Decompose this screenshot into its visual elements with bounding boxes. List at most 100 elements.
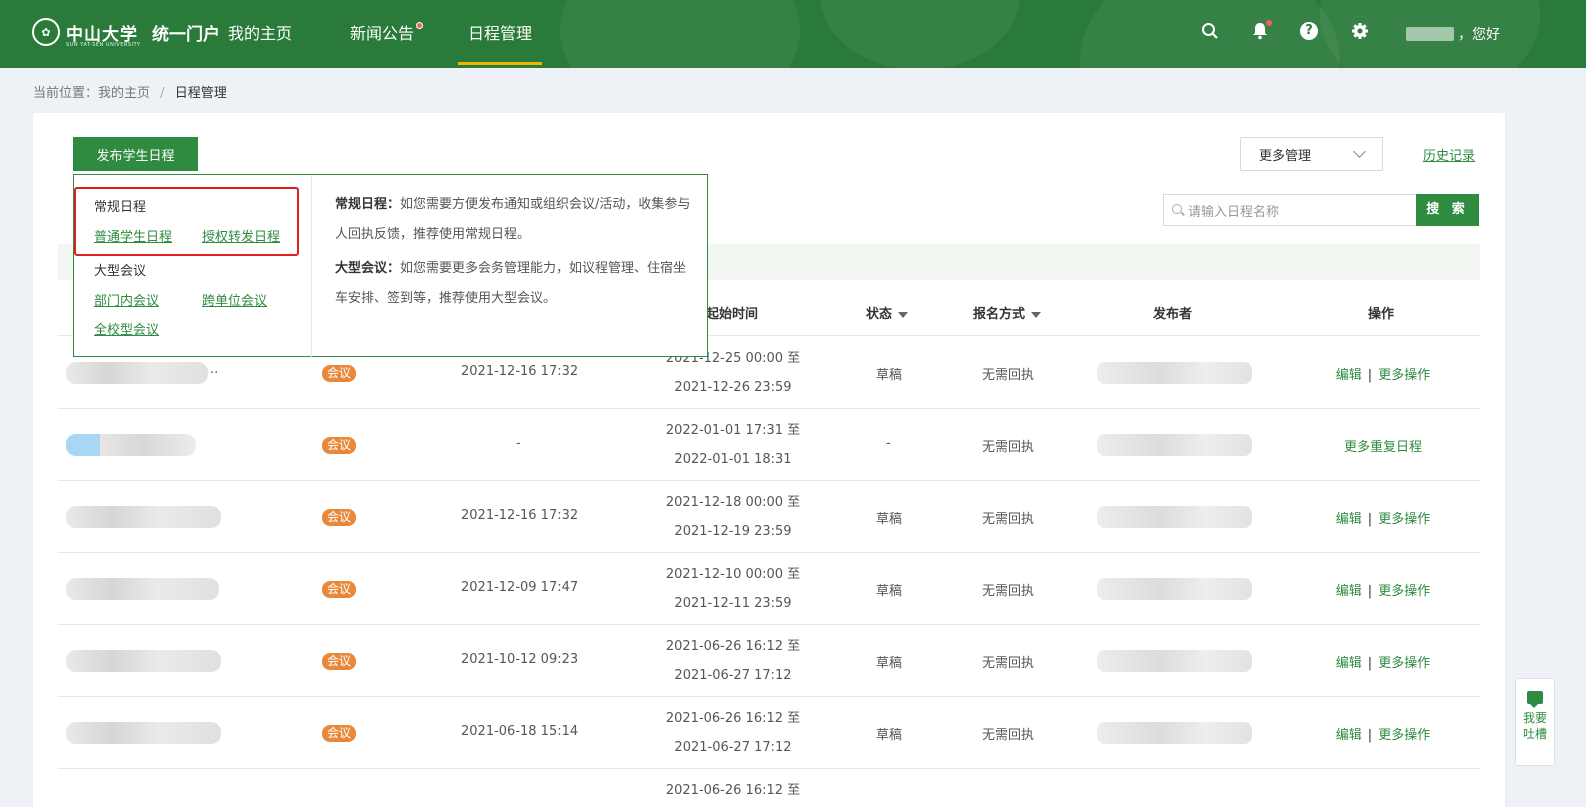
edit-link[interactable]: 编辑 (1336, 728, 1362, 743)
row-actions: 编辑 | 更多操作 (1328, 652, 1438, 671)
link-dept-meeting[interactable]: 部门内会议 (94, 290, 159, 309)
signup-value: 无需回执 (982, 368, 1035, 383)
header-status[interactable]: 状态 (866, 303, 909, 322)
start-time: 2021-12-18 00:00 至 (665, 495, 801, 510)
signup-value: 无需回执 (982, 728, 1035, 743)
link-authorized-forward[interactable]: 授权转发日程 (202, 226, 280, 245)
link-campus-meeting[interactable]: 全校型会议 (94, 319, 159, 338)
greeting-text: ，您好 (1458, 27, 1500, 43)
feedback-line1: 我要 (1522, 711, 1547, 725)
signup-value: 无需回执 (982, 656, 1035, 671)
created-time: 2021-10-12 09:23 (461, 652, 579, 667)
header-status-label: 状态 (866, 307, 893, 322)
time-range: 2021-06-26 16:12 至 2021-06-27 17:12 (643, 632, 823, 690)
regular-desc-title: 常规日程： (335, 197, 401, 212)
publisher-redacted (1097, 650, 1252, 672)
signup-value: 无需回执 (982, 584, 1035, 599)
breadcrumb: 当前位置：我的主页 / 日程管理 (33, 82, 227, 101)
history-link[interactable]: 历史记录 (1423, 145, 1475, 164)
more-actions-link[interactable]: 更多操作 (1378, 368, 1430, 383)
meeting-tag: 会议 (322, 725, 357, 742)
feedback-button[interactable]: 我要 吐槽 (1515, 678, 1555, 766)
header-actions: ? (1200, 20, 1370, 42)
edit-link[interactable]: 编辑 (1336, 368, 1362, 383)
table-row: 2021-06-26 16:12 至 (58, 769, 1480, 807)
schedule-name-redacted[interactable] (66, 650, 221, 672)
status-value: - (886, 436, 891, 451)
chevron-down-icon (1353, 145, 1366, 158)
more-actions-link[interactable]: 更多操作 (1378, 656, 1430, 671)
link-student-schedule[interactable]: 普通学生日程 (94, 226, 172, 245)
caret-down-icon (898, 311, 909, 318)
row-actions: 编辑 | 更多操作 (1328, 724, 1438, 743)
nav-news-label: 新闻公告 (350, 24, 415, 43)
schedule-name-redacted[interactable] (66, 722, 221, 744)
search-placeholder: 请输入日程名称 (1188, 204, 1280, 220)
more-recurring-link[interactable]: 更多重复日程 (1344, 440, 1422, 455)
more-manage-label: 更多管理 (1259, 148, 1312, 164)
action-separator: | (1367, 728, 1373, 743)
group-regular-title: 常规日程 (94, 200, 147, 215)
table-row: 会议 2021-12-16 17:32 2021-12-18 00:00 至 20… (58, 481, 1480, 553)
signup-value: 无需回执 (982, 440, 1035, 455)
end-time: 2021-12-19 23:59 (674, 524, 792, 539)
breadcrumb-prefix[interactable]: 当前位置：我的主页 (33, 86, 150, 101)
status-value: 草稿 (876, 584, 903, 599)
header-actions: 操作 (1368, 307, 1395, 322)
schedule-name-redacted[interactable] (66, 578, 219, 600)
caret-down-icon (1031, 311, 1042, 318)
top-navbar: ✿ 中山大学 SUN YAT-SEN UNIVERSITY 统一门户 我的主页 … (0, 0, 1586, 68)
nav-home[interactable]: 我的主页 (228, 0, 292, 68)
edit-link[interactable]: 编辑 (1336, 512, 1362, 527)
status-value: 草稿 (876, 656, 903, 671)
link-cross-unit-meeting[interactable]: 跨单位会议 (202, 290, 267, 309)
unread-dot (416, 22, 424, 29)
header-signup[interactable]: 报名方式 (973, 303, 1042, 322)
edit-link[interactable]: 编辑 (1336, 656, 1362, 671)
regular-description: 常规日程：如您需要方便发布通知或组织会议/活动，收集参与人回执反馈，推荐使用常规… (335, 190, 695, 250)
logo-school-name: 中山大学 (66, 24, 138, 45)
publish-schedule-button[interactable]: 发布学生日程 (73, 137, 198, 171)
more-actions-link[interactable]: 更多操作 (1378, 584, 1430, 599)
created-time: 2021-12-16 17:32 (461, 508, 579, 523)
meeting-tag: 会议 (322, 653, 357, 670)
table-row: 会议 2021-12-09 17:47 2021-12-10 00:00 至 20… (58, 553, 1480, 625)
row-actions: 编辑 | 更多操作 (1328, 508, 1438, 527)
breadcrumb-current: 日程管理 (174, 86, 227, 101)
table-row: 会议 2021-06-18 15:14 2021-06-26 16:12 至 20… (58, 697, 1480, 769)
end-time: 2021-06-27 17:12 (674, 740, 792, 755)
seal-icon: ✿ (32, 18, 60, 46)
status-value: 草稿 (876, 728, 903, 743)
publisher-redacted (1097, 722, 1252, 744)
bell-icon[interactable] (1250, 20, 1272, 42)
start-time: 2021-06-26 16:12 至 (665, 639, 801, 654)
more-actions-link[interactable]: 更多操作 (1378, 728, 1430, 743)
gear-icon[interactable] (1350, 22, 1370, 42)
university-logo[interactable]: ✿ 中山大学 SUN YAT-SEN UNIVERSITY 统一门户 (32, 18, 220, 48)
search-input[interactable]: 请输入日程名称 (1163, 194, 1416, 226)
search-button[interactable]: 搜 索 (1416, 194, 1479, 226)
nav-schedule[interactable]: 日程管理 (458, 0, 543, 68)
header-start-time: 起始时间 (706, 307, 759, 322)
meeting-tag: 会议 (322, 581, 357, 598)
created-time: - (516, 436, 521, 451)
popup-menu: 常规日程 普通学生日程 授权转发日程 大型会议 部门内会议 跨单位会议 全校型会… (74, 175, 312, 358)
logo-subtitle: SUN YAT-SEN UNIVERSITY (66, 42, 141, 48)
schedule-name-redacted[interactable] (66, 506, 221, 528)
name-suffix: .. (210, 362, 219, 377)
end-time: 2021-12-26 23:59 (674, 380, 792, 395)
edit-link[interactable]: 编辑 (1336, 584, 1362, 599)
more-actions-link[interactable]: 更多操作 (1378, 512, 1430, 527)
schedule-name-redacted[interactable] (66, 434, 196, 456)
time-range: 2021-12-18 00:00 至 2021-12-19 23:59 (643, 488, 823, 546)
end-time: 2022-01-01 18:31 (674, 452, 792, 467)
publisher-redacted (1097, 506, 1252, 528)
more-manage-select[interactable]: 更多管理 (1240, 137, 1383, 171)
user-greeting[interactable]: ，您好 (1406, 24, 1500, 44)
help-icon[interactable]: ? (1300, 22, 1320, 42)
table-row: 会议 - 2022-01-01 17:31 至 2022-01-01 18:31 … (58, 409, 1480, 481)
start-time: 2021-06-26 16:12 至 (665, 783, 801, 798)
nav-news[interactable]: 新闻公告 (350, 0, 424, 68)
search-icon[interactable] (1200, 22, 1220, 42)
schedule-name-redacted[interactable] (66, 362, 208, 384)
